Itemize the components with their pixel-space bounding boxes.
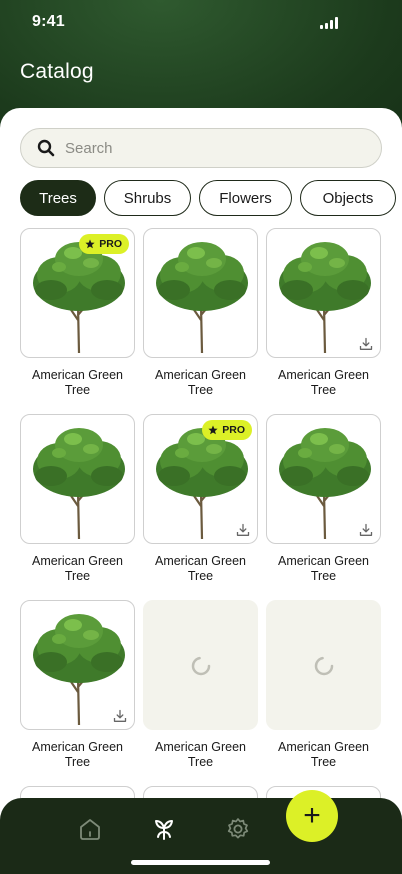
signal-icon [320,17,338,29]
catalog-item[interactable]: American Green Tree [266,600,381,770]
catalog-sheet: Trees Shrubs Flowers Objects PRO America… [0,108,402,874]
status-bar: 9:41 [0,0,402,46]
item-thumbnail[interactable] [20,600,135,730]
item-label: American Green Tree [277,368,369,397]
tree-image [279,428,371,539]
item-thumbnail[interactable] [20,414,135,544]
search-icon [37,139,55,157]
category-chips: Trees Shrubs Flowers Objects [20,180,396,216]
loading-spinner-icon [191,656,211,676]
chip-objects[interactable]: Objects [300,180,396,216]
star-icon [85,239,95,249]
pro-badge: PRO [202,420,252,440]
download-icon[interactable] [236,523,250,537]
download-icon[interactable] [113,709,127,723]
item-thumbnail[interactable]: PRO [20,228,135,358]
pro-badge-label: PRO [99,238,122,250]
catalog-item[interactable]: PRO American Green Tree [143,414,258,584]
catalog-item[interactable]: American Green Tree [143,600,258,770]
item-thumbnail[interactable] [143,228,258,358]
item-thumbnail[interactable] [266,414,381,544]
item-label: American Green Tree [277,740,369,769]
chip-flowers[interactable]: Flowers [199,180,292,216]
add-button[interactable]: + [286,790,338,842]
item-thumbnail[interactable] [143,600,258,730]
home-icon[interactable] [77,816,103,842]
tree-image [156,242,248,353]
catalog-item[interactable]: American Green Tree [143,228,258,398]
pro-badge-label: PRO [222,424,245,436]
item-label: American Green Tree [154,368,246,397]
download-icon[interactable] [359,523,373,537]
tree-image [33,428,125,539]
item-label: American Green Tree [277,554,369,583]
search-bar[interactable] [20,128,382,168]
item-label: American Green Tree [31,740,123,769]
settings-icon[interactable] [225,816,251,842]
tree-image [33,614,125,725]
chip-shrubs[interactable]: Shrubs [104,180,191,216]
item-label: American Green Tree [31,368,123,397]
page-title: Catalog [20,60,94,83]
chip-trees[interactable]: Trees [20,180,96,216]
item-label: American Green Tree [154,554,246,583]
catalog-item[interactable]: American Green Tree [266,228,381,398]
item-thumbnail[interactable]: PRO [143,414,258,544]
loading-spinner-icon [314,656,334,676]
home-indicator [131,860,270,865]
search-input[interactable] [65,139,345,157]
catalog-item[interactable]: American Green Tree [20,414,135,584]
catalog-item[interactable]: American Green Tree [266,414,381,584]
item-thumbnail[interactable] [266,228,381,358]
bottom-nav: + [0,790,402,874]
tree-image [279,242,371,353]
item-thumbnail[interactable] [266,600,381,730]
pro-badge: PRO [79,234,129,254]
status-time: 9:41 [32,13,65,30]
download-icon[interactable] [359,337,373,351]
catalog-item[interactable]: American Green Tree [20,600,135,770]
item-label: American Green Tree [31,554,123,583]
catalog-item[interactable]: PRO American Green Tree [20,228,135,398]
plant-icon[interactable] [151,816,177,842]
star-icon [208,425,218,435]
item-label: American Green Tree [154,740,246,769]
